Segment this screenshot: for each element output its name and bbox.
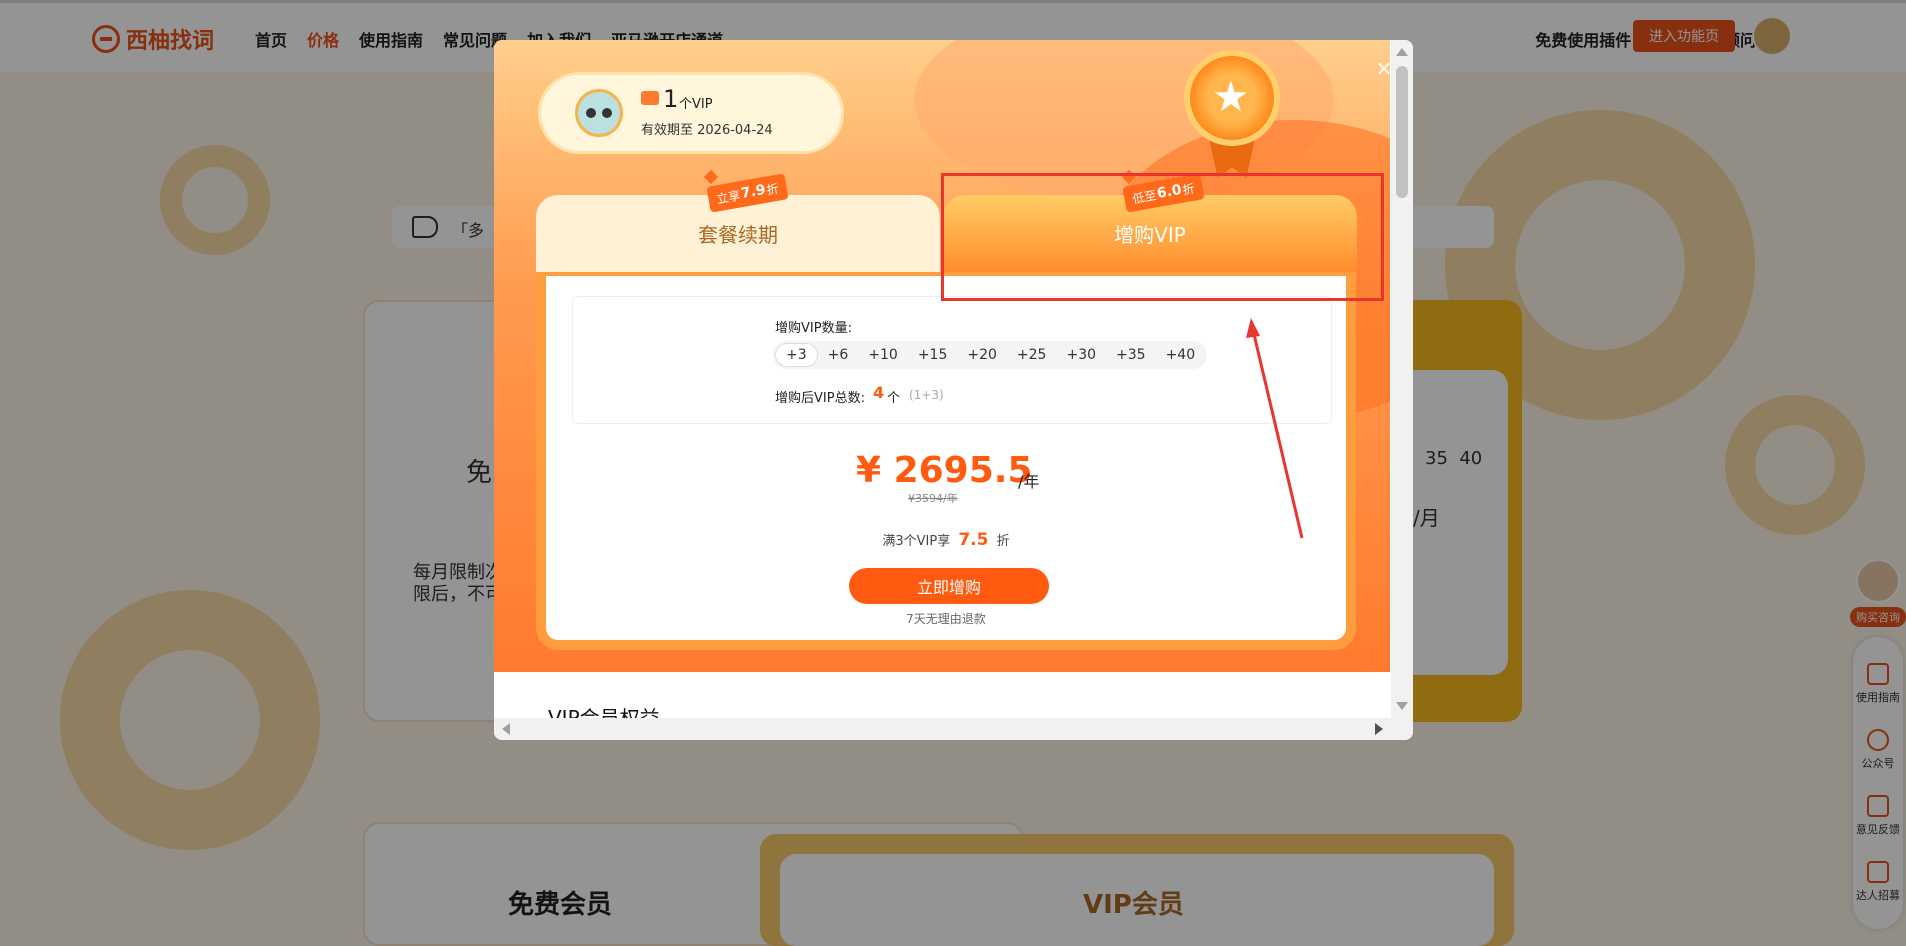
vip-count-unit: 个VIP (679, 97, 713, 112)
owl-avatar (575, 89, 623, 137)
discount-suffix: 折 (996, 534, 1010, 549)
discount-note: 满3个VIP享 7.5 折 (546, 530, 1346, 550)
quantity-label: 增购VIP数量: (775, 321, 852, 336)
horizontal-scrollbar[interactable] (494, 718, 1391, 740)
scroll-left-arrow-icon[interactable] (502, 723, 510, 735)
price-unit: /年 (1018, 472, 1040, 491)
buy-now-button[interactable]: 立即增购 (849, 568, 1049, 604)
modal-hero: 1 个VIP 有效期至 2026-04-24 ★ 套餐续期 增购VIP 立享 7… (494, 40, 1390, 672)
tab-renewal-label: 套餐续期 (698, 223, 778, 247)
qty-option-35[interactable]: +35 (1106, 343, 1156, 367)
price-amount: ¥ 2695.5 (856, 450, 1033, 491)
qty-option-30[interactable]: +30 (1056, 343, 1106, 367)
scroll-up-arrow-icon[interactable] (1396, 48, 1408, 56)
user-vip-card: 1 个VIP 有效期至 2026-04-24 (538, 72, 844, 154)
add-vip-panel: 增购VIP数量: +3 +6 +10 +15 +20 +25 +30 +35 +… (536, 272, 1356, 650)
sparkle-icon (703, 169, 719, 185)
qty-option-10[interactable]: +10 (858, 343, 908, 367)
vip-purchase-modal: 1 个VIP 有效期至 2026-04-24 ★ 套餐续期 增购VIP 立享 7… (494, 40, 1413, 740)
qty-option-20[interactable]: +20 (957, 343, 1007, 367)
scroll-right-arrow-icon[interactable] (1375, 723, 1383, 735)
star-icon: ★ (1212, 72, 1250, 121)
total-vip-label: 增购后VIP总数: (775, 391, 865, 406)
qty-option-40[interactable]: +40 (1156, 343, 1206, 367)
scroll-down-arrow-icon[interactable] (1396, 702, 1408, 710)
qty-option-25[interactable]: +25 (1007, 343, 1057, 367)
add-vip-panel-body: 增购VIP数量: +3 +6 +10 +15 +20 +25 +30 +35 +… (546, 276, 1346, 640)
badge-value: 7.9 (739, 181, 767, 202)
badge-suffix: 折 (765, 181, 780, 198)
total-vip-detail: (1+3) (909, 388, 944, 402)
scrollbar-thumb[interactable] (1396, 66, 1408, 198)
qty-option-15[interactable]: +15 (908, 343, 958, 367)
valid-until: 有效期至 2026-04-24 (641, 123, 773, 138)
quantity-options: +3 +6 +10 +15 +20 +25 +30 +35 +40 (773, 341, 1208, 369)
vip-count: 1 (663, 85, 679, 113)
vip-icon (641, 91, 659, 105)
discount-prefix: 满3个VIP享 (882, 534, 951, 549)
total-vip-value: 4 (873, 383, 885, 402)
medal-icon: ★ (1184, 50, 1280, 146)
quantity-selector-box: 增购VIP数量: +3 +6 +10 +15 +20 +25 +30 +35 +… (572, 296, 1332, 424)
total-vip-unit: 个 (887, 391, 901, 406)
refund-note: 7天无理由退款 (906, 612, 986, 626)
badge-prefix: 立享 (715, 187, 742, 206)
annotation-highlight-box (941, 173, 1384, 301)
discount-value: 7.5 (958, 530, 989, 550)
qty-option-6[interactable]: +6 (818, 343, 859, 367)
qty-option-3[interactable]: +3 (775, 343, 818, 367)
original-price: ¥3594/年 (908, 492, 958, 505)
vertical-scrollbar[interactable] (1391, 40, 1413, 740)
